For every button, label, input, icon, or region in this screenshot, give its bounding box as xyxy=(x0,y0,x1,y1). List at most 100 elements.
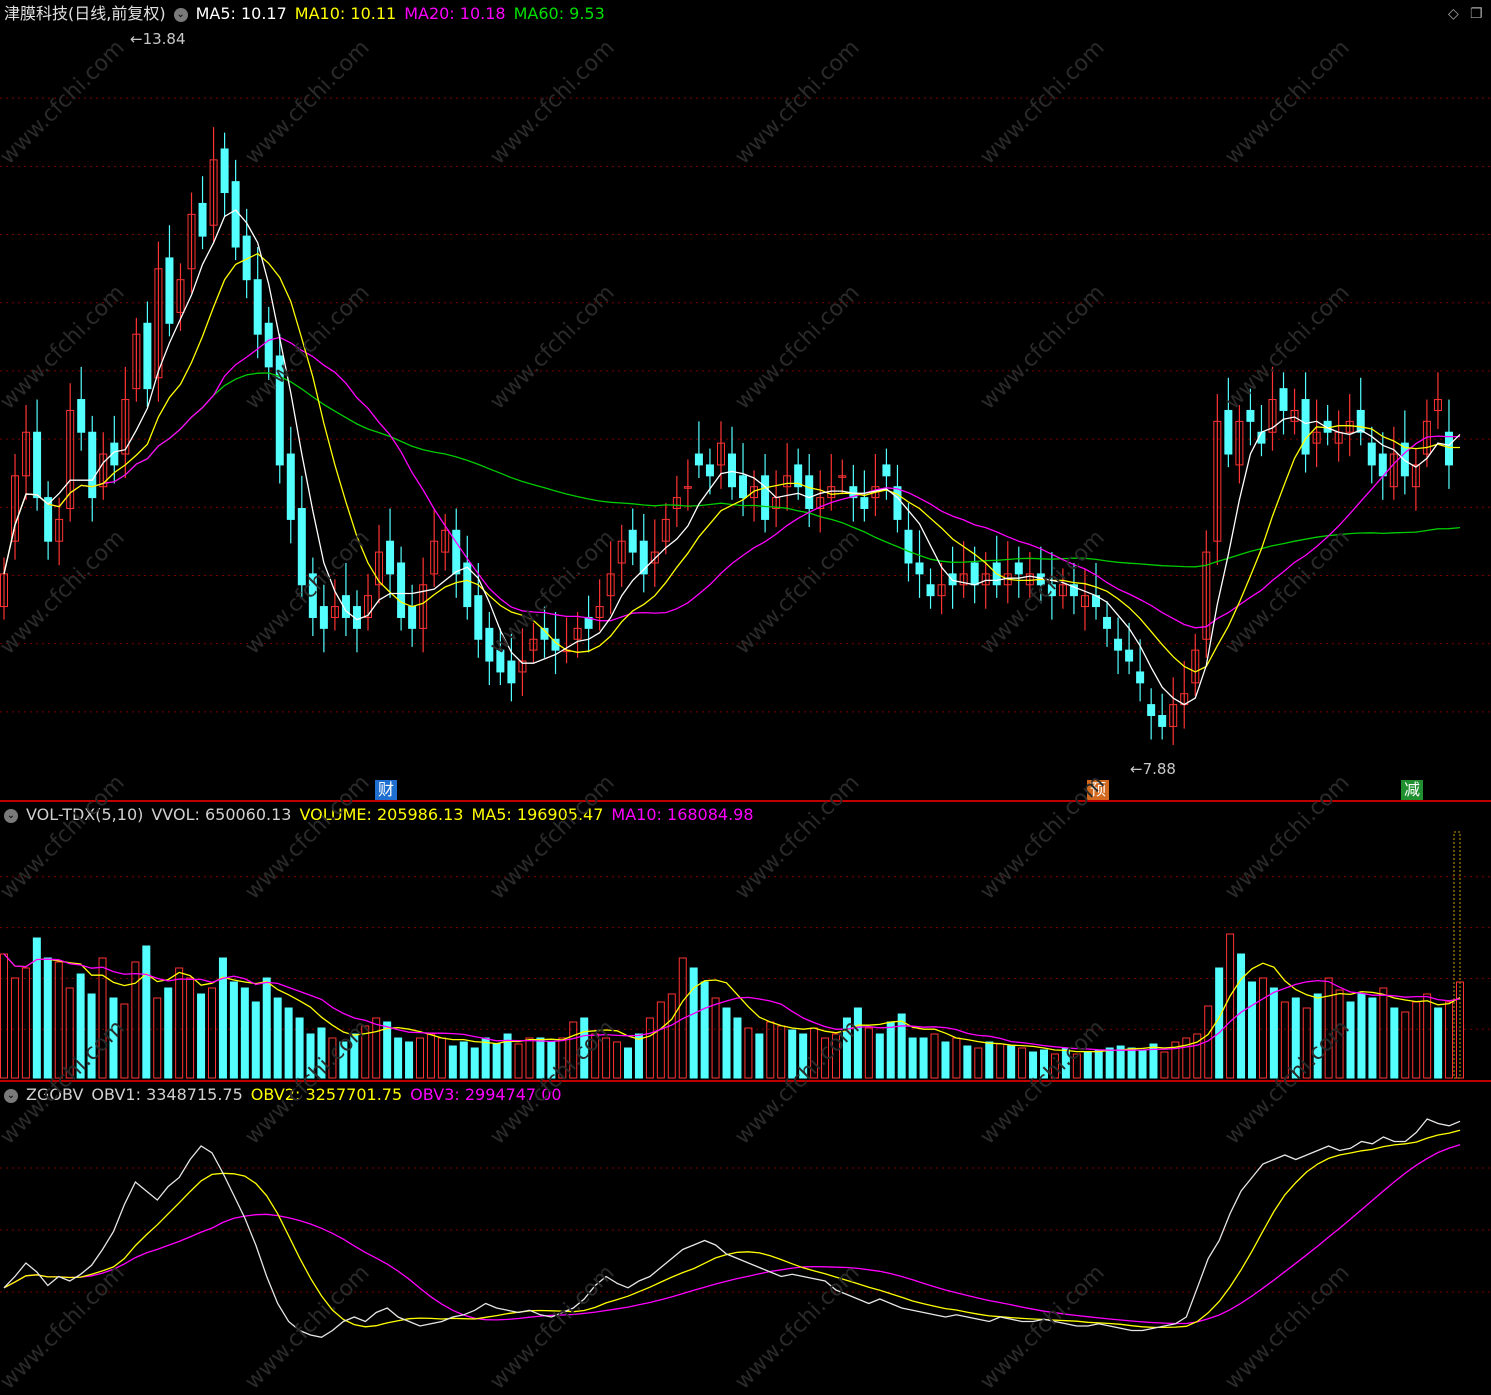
marker-jian[interactable]: 减 xyxy=(1401,780,1424,800)
volume-bar xyxy=(153,997,162,1079)
candle-down xyxy=(926,584,935,597)
volume-bar xyxy=(832,1033,840,1079)
ma5-value: MA5: 10.17 xyxy=(195,4,287,23)
volume-bar xyxy=(229,981,238,1079)
volume-bar xyxy=(930,1033,939,1079)
volume-bar xyxy=(1258,977,1267,1079)
candle-down xyxy=(1246,409,1255,422)
volume-bar xyxy=(262,977,271,1079)
chevron-down-icon[interactable]: ⌄ xyxy=(4,1088,18,1103)
candlestick-chart[interactable] xyxy=(0,0,1491,800)
volume-bar xyxy=(996,1043,1005,1079)
volume-bar xyxy=(350,1033,359,1079)
candle-down xyxy=(143,322,152,390)
volume-bar xyxy=(1346,1001,1355,1079)
volume-bar xyxy=(624,1047,632,1079)
volume-bar xyxy=(317,1027,326,1079)
volume-bar xyxy=(634,1033,643,1079)
candle-down xyxy=(1279,388,1288,411)
volume-bar xyxy=(777,1025,786,1079)
candle-down xyxy=(1114,638,1123,651)
volume-bar xyxy=(1269,987,1278,1079)
volume-bar xyxy=(1160,1051,1169,1079)
marker-yu[interactable]: 预 xyxy=(1087,780,1110,800)
volume-bar xyxy=(43,957,52,1079)
candle-down xyxy=(275,355,284,466)
diamond-icon[interactable]: ◇ xyxy=(1448,6,1459,22)
obv2-value: OBV2: 3257701.75 xyxy=(250,1085,403,1104)
volume-bar xyxy=(65,987,74,1079)
volume-bar xyxy=(842,1017,851,1079)
volume-bar xyxy=(569,1021,578,1079)
volume-bar xyxy=(1127,1047,1136,1079)
volume-bar xyxy=(1215,967,1224,1079)
candle-down xyxy=(286,453,295,520)
candle-down xyxy=(220,148,229,194)
candle-down xyxy=(1356,409,1365,433)
volume-bar xyxy=(251,1001,260,1079)
volume-bar xyxy=(744,1027,753,1079)
volume-bar xyxy=(218,957,227,1079)
candle-down xyxy=(408,606,417,629)
volume-chart[interactable] xyxy=(0,802,1491,1080)
stock-title: 津膜科技(日线,前复权) xyxy=(4,4,166,23)
volume-header: ⌄ VOL-TDX(5,10) VVOL: 650060.13 VOLUME: 205… xyxy=(4,804,762,826)
candle-down xyxy=(705,464,714,477)
volume-bar xyxy=(897,1013,906,1079)
ma10-value: MA10: 10.11 xyxy=(294,4,397,23)
restore-icon[interactable]: ❐ xyxy=(1470,6,1483,22)
candle-down xyxy=(1125,649,1134,662)
volume-bar xyxy=(416,1037,424,1079)
volume-bar xyxy=(1040,1049,1048,1079)
volume-bar xyxy=(963,1045,972,1079)
volume-bar xyxy=(1434,1007,1443,1079)
candle-down xyxy=(739,475,748,499)
volume-bar xyxy=(875,1033,884,1079)
volume-bar xyxy=(1302,1007,1311,1079)
obv-chart[interactable] xyxy=(0,1082,1491,1354)
volume-bar xyxy=(886,1021,895,1079)
volume-bar xyxy=(1018,1047,1027,1079)
volume-bar xyxy=(306,1033,315,1079)
volume-bar xyxy=(908,1037,917,1079)
marker-cai[interactable]: 财 xyxy=(375,780,398,800)
obv-indicator-name: ZGOBV xyxy=(26,1085,84,1104)
candle-down xyxy=(386,540,395,575)
candle-down xyxy=(860,497,869,510)
vol-indicator-name: VOL-TDX(5,10) xyxy=(26,805,144,824)
ma60-value: MA60: 9.53 xyxy=(513,4,605,23)
volume-bar xyxy=(459,1041,468,1079)
volume-bar xyxy=(120,1003,129,1079)
candle-down xyxy=(728,453,736,488)
chevron-down-icon[interactable]: ⌄ xyxy=(173,7,188,22)
candle-down xyxy=(1158,715,1167,727)
candle-down xyxy=(1224,409,1233,455)
price-header: 津膜科技(日线,前复权) ⌄ MA5: 10.17 MA10: 10.11 MA20: … xyxy=(4,3,613,25)
candle-down xyxy=(1047,584,1056,597)
volume-bar xyxy=(1105,1047,1114,1079)
volume-bar xyxy=(405,1041,414,1079)
obv2-line xyxy=(3,1129,1461,1329)
volume-bar xyxy=(613,1041,622,1079)
vol-ma5-value: MA5: 196905.47 xyxy=(471,805,604,824)
volume-bar xyxy=(645,1017,654,1079)
volume-bar xyxy=(54,961,63,1079)
candle-down xyxy=(308,573,317,618)
volume-bar xyxy=(109,997,118,1079)
volume-panel[interactable]: ⌄ VOL-TDX(5,10) VVOL: 650060.13 VOLUME: 205… xyxy=(0,802,1491,1080)
volume-bar xyxy=(0,953,8,1079)
volume-bar xyxy=(536,1037,545,1079)
volume-bar xyxy=(525,1037,534,1079)
chevron-down-icon[interactable]: ⌄ xyxy=(4,808,18,823)
volume-bar xyxy=(426,1033,435,1079)
volume-bar xyxy=(700,981,709,1079)
volume-bar xyxy=(864,1027,873,1079)
candle-down xyxy=(77,399,86,433)
low-price-label: ←7.88 xyxy=(1130,760,1176,778)
price-chart-panel[interactable]: 津膜科技(日线,前复权) ⌄ MA5: 10.17 MA10: 10.11 MA20: … xyxy=(0,0,1491,800)
volume-bar xyxy=(448,1045,457,1079)
obv-panel[interactable]: ⌄ ZGOBV OBV1: 3348715.75 OBV2: 3257701.75 OB… xyxy=(0,1082,1491,1354)
volume-bar xyxy=(197,993,206,1079)
volume-bar xyxy=(76,973,85,1079)
volume-bar xyxy=(985,1041,994,1079)
